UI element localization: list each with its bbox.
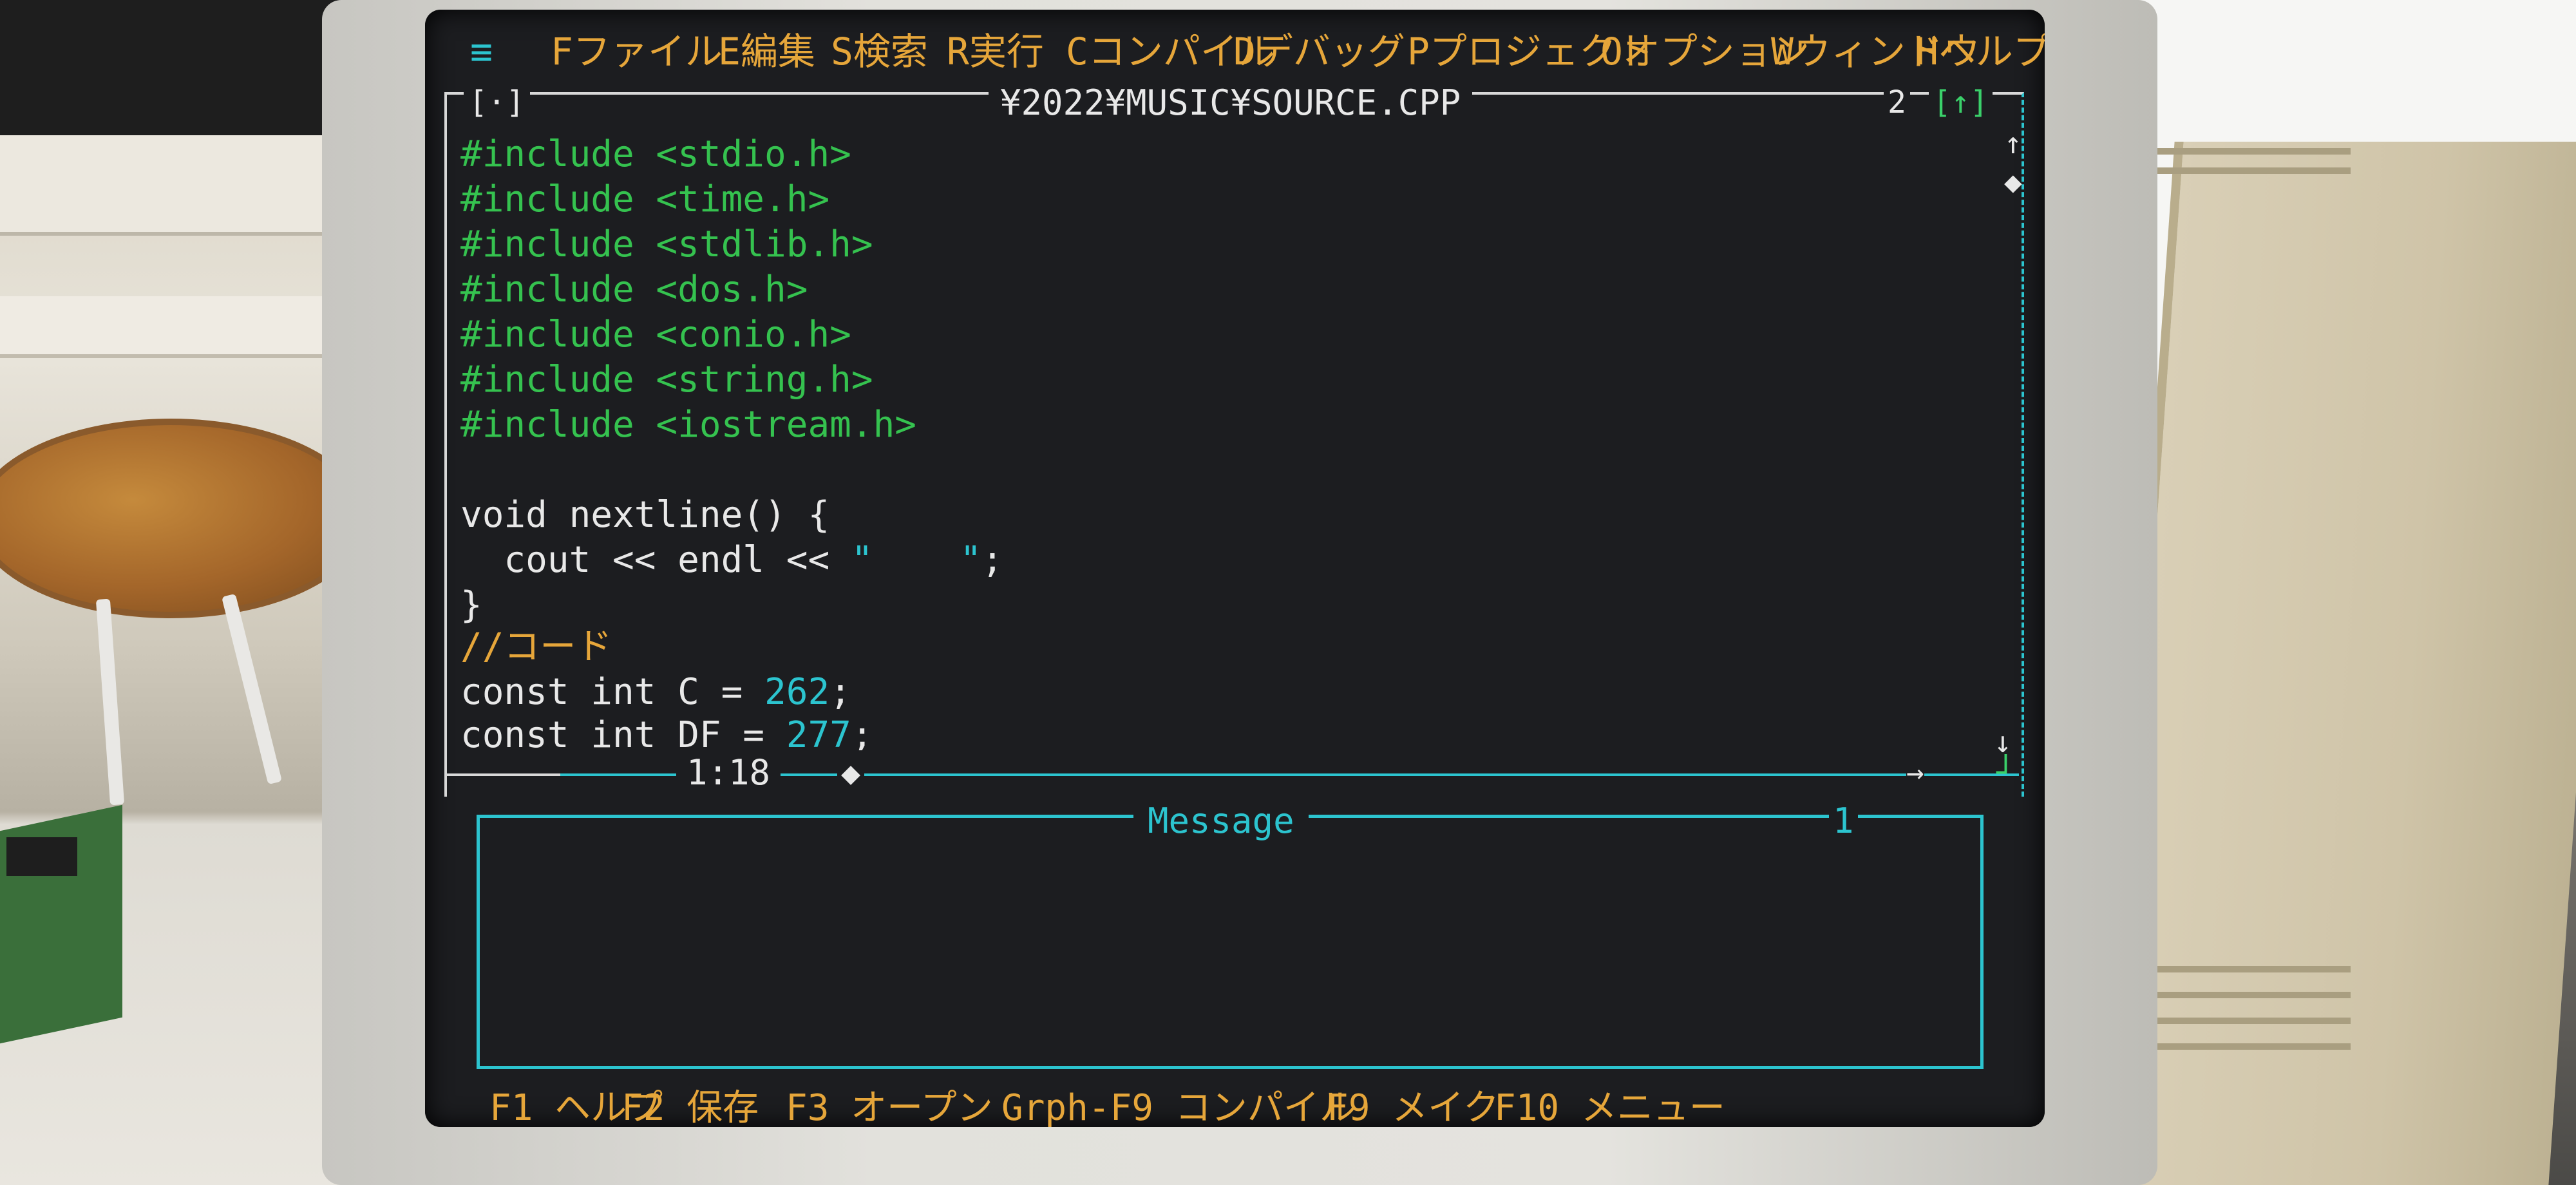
fkey-f3[interactable]: F3 オープン xyxy=(786,1079,993,1127)
beige-computer-case xyxy=(2101,142,2576,1185)
code-number: 262 xyxy=(764,671,830,713)
background-shelf-lower xyxy=(0,296,348,358)
case-vent xyxy=(2138,148,2351,155)
fkey-name: F10 xyxy=(1494,1087,1560,1127)
code-token: const int C = xyxy=(460,671,765,713)
editor-zoom-box[interactable]: [↑] xyxy=(1929,86,1993,119)
editor-title: ¥2022¥MUSIC¥SOURCE.CPP xyxy=(989,84,1473,122)
code-line[interactable]: #include <time.h> xyxy=(460,177,829,222)
fkey-name: Grph-F9 xyxy=(1001,1087,1154,1127)
code-line[interactable]: #include <iostream.h> xyxy=(460,403,916,448)
system-menu-icon[interactable]: ≡ xyxy=(470,29,493,74)
fkey-label: メイク xyxy=(1392,1087,1500,1127)
message-window[interactable] xyxy=(477,815,1984,1069)
code-token: ; xyxy=(981,539,1003,581)
fkey-grph-f9[interactable]: Grph-F9 コンパイル xyxy=(1001,1079,1356,1127)
case-vent xyxy=(2138,1018,2351,1024)
editor-close-box[interactable]: [·] xyxy=(464,86,530,119)
fkey-label: 保存 xyxy=(687,1087,759,1127)
editor-window-number: 2 xyxy=(1884,86,1910,119)
code-line[interactable]: cout << endl << " "; xyxy=(460,538,1003,583)
case-vent xyxy=(2138,966,2351,972)
fkey-name: F1 xyxy=(489,1087,533,1127)
code-line[interactable]: #include <string.h> xyxy=(460,357,873,403)
menu-debug[interactable]: Dデバッグ xyxy=(1233,29,1405,74)
case-vent xyxy=(2138,992,2351,998)
fkey-label: オープン xyxy=(851,1087,993,1127)
fkey-label: メニュー xyxy=(1580,1087,1725,1127)
cursor-position: 1:18 xyxy=(676,750,781,795)
fkey-f10[interactable]: F10 メニュー xyxy=(1494,1079,1725,1127)
resize-corner[interactable]: ┘ xyxy=(1996,750,2015,795)
message-window-number: 1 xyxy=(1829,802,1858,840)
code-line[interactable]: } xyxy=(460,583,482,628)
code-line[interactable]: #include <conio.h> xyxy=(460,312,851,357)
code-token: ; xyxy=(829,671,851,713)
vertical-scroll-thumb[interactable]: ◆ xyxy=(2004,164,2022,199)
code-line[interactable]: const int DF = 277; xyxy=(460,713,873,758)
fkey-name: F9 xyxy=(1327,1087,1370,1127)
code-line[interactable]: #include <dos.h> xyxy=(460,267,808,312)
fkey-name: F2 xyxy=(621,1087,665,1127)
function-key-bar: F1 ヘルプ F2 保存 F3 オープン Grph-F9 コンパイル F9 メイ… xyxy=(489,1079,2022,1127)
code-line[interactable]: #include <stdlib.h> xyxy=(460,222,873,267)
frame-border xyxy=(444,773,560,776)
scroll-up-arrow[interactable]: ↑ xyxy=(2004,126,2022,160)
fkey-name: F3 xyxy=(786,1087,829,1127)
scroll-right-arrow[interactable]: → xyxy=(1906,753,1924,792)
menu-run[interactable]: R実行 xyxy=(947,29,1044,74)
case-vent xyxy=(2138,167,2351,174)
code-comment[interactable]: //コード xyxy=(460,625,612,670)
background-shelf xyxy=(0,135,348,236)
crt-screen: ≡ Fファイル E編集 S検索 R実行 Cコンパイル Dデバッグ Pプロジェクト… xyxy=(425,10,2045,1127)
code-string-literal: " " xyxy=(851,539,982,581)
case-vent xyxy=(2138,1043,2351,1050)
horizontal-scroll-thumb[interactable]: ◆ xyxy=(837,750,865,795)
fkey-f9[interactable]: F9 メイク xyxy=(1327,1079,1499,1127)
menu-search[interactable]: S検索 xyxy=(831,29,928,74)
menu-help[interactable]: Hヘルプ xyxy=(1916,29,2045,74)
code-line[interactable]: const int C = 262; xyxy=(460,670,851,715)
fkey-f2[interactable]: F2 保存 xyxy=(621,1079,759,1127)
menu-bar: ≡ Fファイル E編集 S検索 R実行 Cコンパイル Dデバッグ Pプロジェクト… xyxy=(470,29,2045,81)
message-window-title: Message xyxy=(1133,802,1309,840)
menu-edit[interactable]: E編集 xyxy=(718,29,815,74)
menu-file[interactable]: Fファイル xyxy=(551,29,723,74)
code-token: cout << endl << xyxy=(460,539,851,581)
code-line[interactable]: #include <stdio.h> xyxy=(460,132,851,177)
circuit-chip xyxy=(6,837,77,876)
code-line[interactable]: void nextline() { xyxy=(460,493,829,538)
